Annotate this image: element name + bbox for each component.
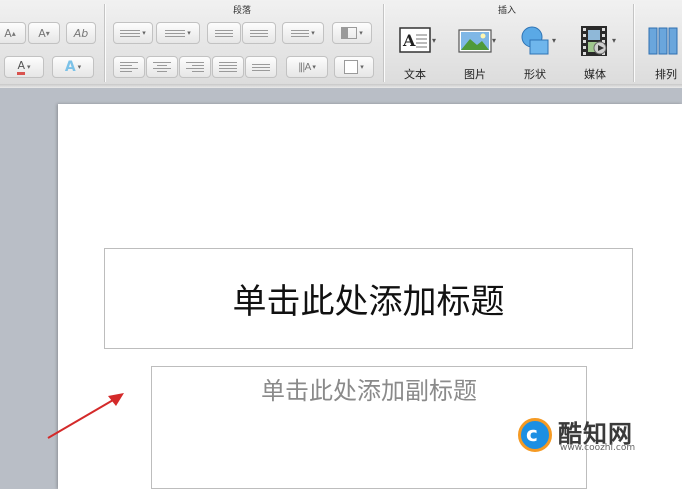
align-left-button[interactable] (113, 56, 145, 78)
media-film-icon (581, 26, 607, 56)
insert-group-title: 插入 (498, 6, 517, 16)
insert-shape-button[interactable]: ▾ 形状 (512, 24, 562, 82)
subtitle-placeholder-text: 单击此处添加副标题 (261, 377, 477, 405)
numbering-icon (165, 29, 186, 37)
watermark-logo: c 酷知网 www.coozhi.com (518, 412, 668, 456)
justify-icon (219, 62, 237, 72)
text-effect-button[interactable]: A (52, 56, 94, 78)
text-box-icon: A (399, 27, 431, 53)
coozhi-logo-icon: c (518, 418, 552, 452)
separator (383, 4, 384, 82)
font-color-icon: A (17, 59, 25, 75)
insert-media-button[interactable]: ▾ 媒体 (572, 24, 622, 82)
bullets-icon (120, 29, 141, 37)
decrease-indent-button[interactable] (207, 22, 241, 44)
ribbon-edge (0, 84, 682, 88)
watermark-url: www.coozhi.com (560, 443, 636, 453)
align-center-button[interactable] (146, 56, 178, 78)
separator (104, 4, 105, 82)
columns-icon (341, 27, 358, 39)
align-right-icon (186, 62, 204, 72)
increase-indent-button[interactable] (242, 22, 276, 44)
text-direction-button[interactable]: ‖|A (286, 56, 328, 78)
arrange-button[interactable]: 排列 (640, 24, 682, 82)
chevron-down-icon: ▾ (492, 36, 497, 45)
decrease-indent-icon (215, 29, 233, 37)
align-text-icon (344, 60, 359, 74)
insert-picture-button[interactable]: ▾ 图片 (452, 24, 502, 82)
line-spacing-button[interactable] (282, 22, 324, 44)
ribbon: A▴ A▾ Ab A A 段落 ‖|A 插入 A ▾ 文本 ▾ 图片 (0, 0, 682, 86)
picture-icon (458, 29, 492, 53)
chevron-down-icon: ▾ (552, 36, 557, 45)
text-direction-icon: ‖|A (298, 61, 311, 73)
annotation-arrow-icon (47, 393, 124, 439)
svg-text:A: A (402, 31, 416, 50)
align-right-button[interactable] (179, 56, 211, 78)
separator (633, 4, 634, 82)
justify-button[interactable] (212, 56, 244, 78)
font-color-button[interactable]: A (4, 56, 44, 78)
insert-text-button[interactable]: A ▾ 文本 (392, 24, 442, 82)
bullets-button[interactable] (113, 22, 153, 44)
chevron-down-icon: ▾ (432, 36, 437, 45)
columns-button[interactable] (332, 22, 372, 44)
align-center-icon (153, 62, 171, 72)
distribute-icon (252, 63, 270, 71)
eraser-icon: Ab (73, 26, 89, 40)
text-effect-icon: A (64, 59, 76, 75)
increase-indent-icon (250, 29, 268, 37)
chevron-down-icon: ▾ (612, 36, 617, 45)
shrink-font-button[interactable]: A ▾ (28, 22, 60, 44)
line-spacing-icon (291, 29, 310, 37)
arrange-icon (648, 27, 678, 55)
numbering-button[interactable] (156, 22, 200, 44)
shape-icon (521, 26, 549, 55)
align-text-button[interactable] (334, 56, 374, 78)
align-left-icon (120, 62, 138, 72)
title-placeholder-text: 单击此处添加标题 (232, 282, 505, 322)
distribute-button[interactable] (245, 56, 277, 78)
clear-formatting-button[interactable]: Ab (66, 22, 96, 44)
title-placeholder[interactable]: 单击此处添加标题 (104, 248, 633, 349)
paragraph-group-title: 段落 (233, 6, 252, 16)
grow-font-button[interactable]: A ▴ (0, 22, 26, 44)
